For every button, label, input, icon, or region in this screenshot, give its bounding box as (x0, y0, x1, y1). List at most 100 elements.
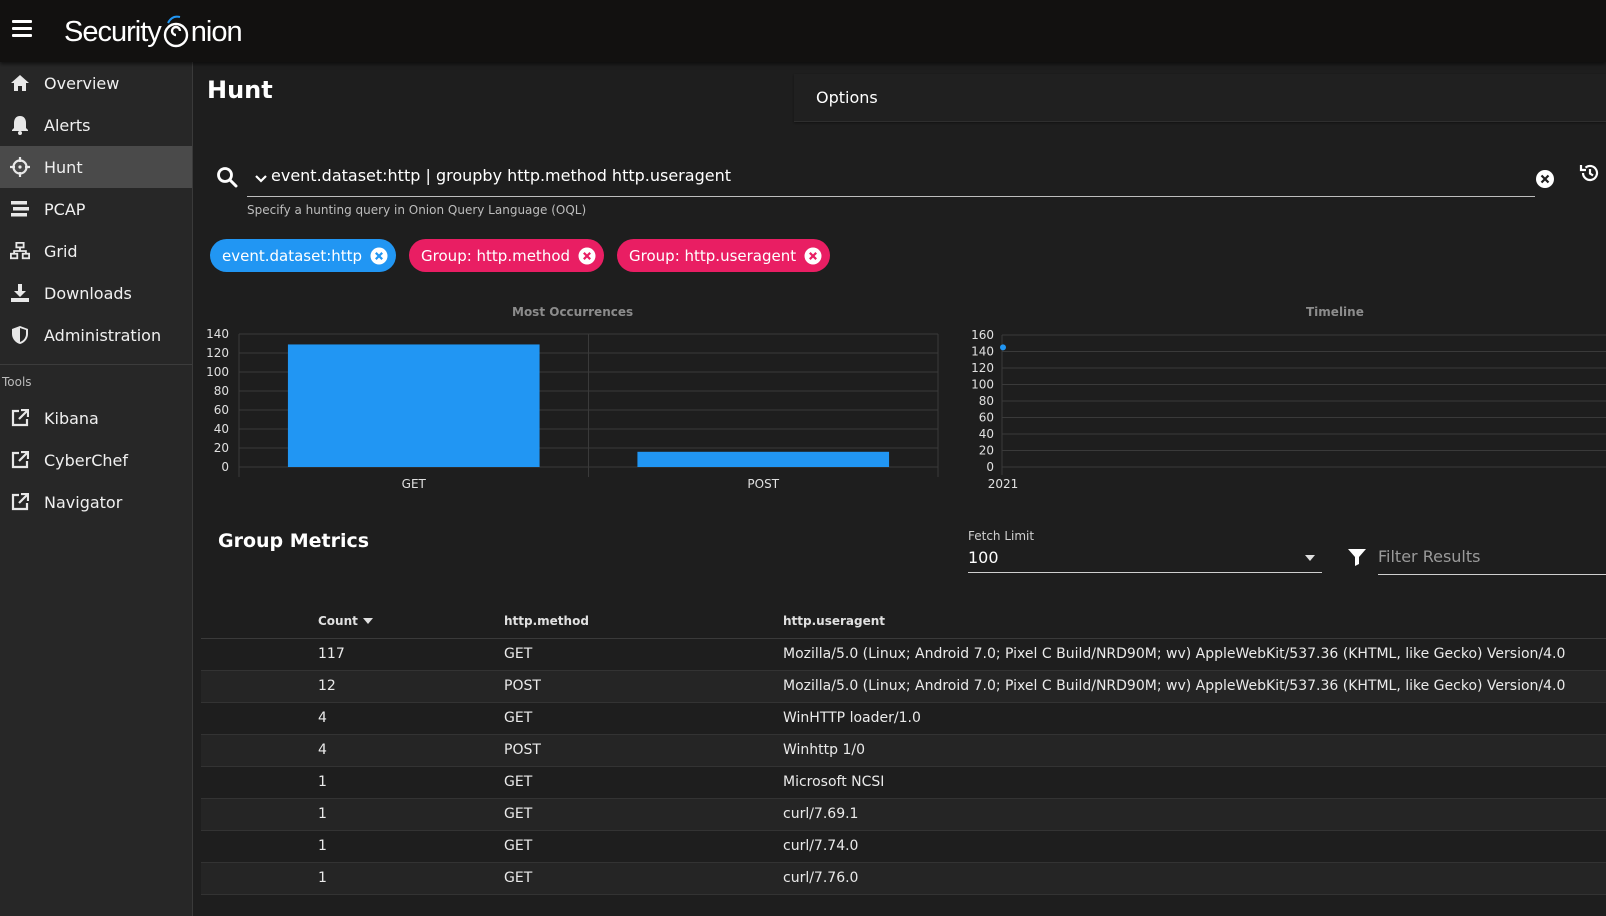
sitemap-icon (10, 241, 30, 261)
y-tick-label: 40 (979, 427, 994, 441)
cell-method: GET (504, 798, 783, 831)
onion-swirl-icon (163, 15, 188, 48)
cell-useragent: Microsoft NCSI (783, 766, 1606, 799)
data-point (1000, 344, 1006, 351)
sidebar-item-administration[interactable]: Administration (0, 314, 192, 356)
y-tick-label: 100 (206, 365, 229, 379)
timeline-chart-title: Timeline (1306, 305, 1364, 319)
menu-icon[interactable] (12, 20, 32, 40)
download-icon (10, 283, 30, 303)
sidebar-item-cyberchef[interactable]: CyberChef (0, 439, 192, 481)
filter-results-field[interactable] (1378, 538, 1606, 574)
sidebar-item-downloads[interactable]: Downloads (0, 272, 192, 314)
sidebar-item-navigator[interactable]: Navigator (0, 481, 192, 523)
cell-useragent: Mozilla/5.0 (Linux; Android 7.0; Pixel C… (783, 670, 1606, 703)
shield-icon (10, 325, 30, 345)
cell-count: 1 (318, 766, 504, 799)
y-tick-label: 0 (221, 460, 229, 474)
dropdown-caret-icon (1305, 554, 1315, 561)
group-chip[interactable]: Group: http.method (409, 239, 605, 272)
query-hint: Specify a hunting query in Onion Query L… (247, 203, 587, 217)
x-tick-label: GET (402, 477, 427, 491)
external-link-icon (10, 492, 30, 512)
top-app-bar: Security nion (0, 0, 1606, 62)
table-row[interactable]: 117 GET Mozilla/5.0 (Linux; Android 7.0; P… (201, 638, 1606, 671)
y-tick-label: 0 (986, 460, 994, 474)
cell-count: 1 (318, 830, 504, 863)
sidebar-divider (0, 364, 192, 365)
sort-desc-icon (362, 618, 373, 625)
filter-icon (1347, 547, 1367, 567)
group-metrics-title: Group Metrics (218, 530, 370, 552)
cell-method: GET (504, 766, 783, 799)
sidebar-item-label: Hunt (44, 157, 83, 177)
group-chip[interactable]: Group: http.useragent (617, 239, 831, 272)
y-tick-label: 20 (214, 441, 229, 455)
y-tick-label: 60 (979, 411, 994, 425)
chip-label: Group: http.useragent (629, 246, 797, 265)
sidebar-item-label: Administration (44, 325, 162, 345)
cell-useragent: Mozilla/5.0 (Linux; Android 7.0; Pixel C… (783, 638, 1606, 671)
chip-label: Group: http.method (421, 246, 571, 265)
sidebar-item-label: Grid (44, 241, 78, 261)
logo-text-right: nion (190, 15, 243, 48)
table-row[interactable]: 4 GET WinHTTP loader/1.0 (201, 702, 1606, 735)
sidebar-item-kibana[interactable]: Kibana (0, 397, 192, 439)
cell-method: POST (504, 734, 783, 767)
y-tick-label: 100 (971, 378, 994, 392)
cell-count: 117 (318, 638, 504, 671)
cell-count: 1 (318, 798, 504, 831)
table-row[interactable]: 12 POST Mozilla/5.0 (Linux; Android 7.0; P… (201, 670, 1606, 703)
y-tick-label: 40 (214, 422, 229, 436)
x-tick-label: 2021 (988, 477, 1019, 491)
table-row[interactable]: 1 GET curl/7.74.0 (201, 830, 1606, 863)
fetch-limit-value: 100 (968, 548, 999, 567)
fetch-limit-select[interactable]: Fetch Limit 100 (968, 529, 1322, 573)
sidebar-item-overview[interactable]: Overview (0, 62, 192, 104)
sidebar-item-grid[interactable]: Grid (0, 230, 192, 272)
filter-results-input[interactable] (1378, 538, 1606, 575)
column-header-useragent[interactable]: http.useragent (783, 604, 1606, 639)
sidebar-item-label: Navigator (44, 492, 123, 512)
table-row[interactable]: 1 GET curl/7.69.1 (201, 798, 1606, 831)
cell-useragent: Winhttp 1/0 (783, 734, 1606, 767)
sidebar-item-alerts[interactable]: Alerts (0, 104, 192, 146)
history-icon[interactable] (1579, 162, 1601, 184)
x-tick-label: POST (747, 477, 779, 491)
table-row[interactable]: 4 POST Winhttp 1/0 (201, 734, 1606, 767)
stream-icon (10, 199, 30, 219)
external-link-icon (10, 450, 30, 470)
bar-chart-title: Most Occurrences (512, 305, 634, 319)
query-chips: event.dataset:http Group: http.method Gr… (210, 239, 843, 272)
sidebar-item-hunt[interactable]: Hunt (0, 146, 192, 188)
close-icon[interactable] (804, 247, 822, 265)
table-row[interactable]: 1 GET Microsoft NCSI (201, 766, 1606, 799)
close-icon[interactable] (578, 247, 596, 265)
cell-useragent: WinHTTP loader/1.0 (783, 702, 1606, 735)
chevron-down-icon[interactable] (253, 171, 269, 187)
y-tick-label: 120 (206, 346, 229, 360)
external-link-icon (10, 408, 30, 428)
sidebar-item-label: Kibana (44, 408, 99, 428)
close-icon[interactable] (370, 247, 388, 265)
bar (287, 344, 540, 467)
column-header-count[interactable]: Count (318, 604, 504, 639)
column-header-method[interactable]: http.method (504, 604, 783, 639)
main-content: Hunt Options Specify a hunting query in … (193, 62, 1606, 916)
clear-query-icon[interactable] (1535, 169, 1555, 189)
sidebar-item-label: Downloads (44, 283, 132, 303)
y-tick-label: 20 (979, 444, 994, 458)
query-input[interactable] (271, 161, 1476, 189)
security-onion-logo[interactable]: Security nion (64, 14, 243, 50)
options-panel[interactable]: Options (794, 74, 1606, 122)
options-label: Options (816, 88, 878, 107)
sidebar-item-label: PCAP (44, 199, 86, 219)
sidebar-item-pcap[interactable]: PCAP (0, 188, 192, 230)
sidebar-item-label: CyberChef (44, 450, 129, 470)
cell-count: 4 (318, 734, 504, 767)
y-tick-label: 120 (971, 361, 994, 375)
chip-label: event.dataset:http (222, 246, 363, 265)
cell-count: 4 (318, 702, 504, 735)
table-row[interactable]: 1 GET curl/7.76.0 (201, 862, 1606, 895)
filter-chip[interactable]: event.dataset:http (210, 239, 397, 272)
